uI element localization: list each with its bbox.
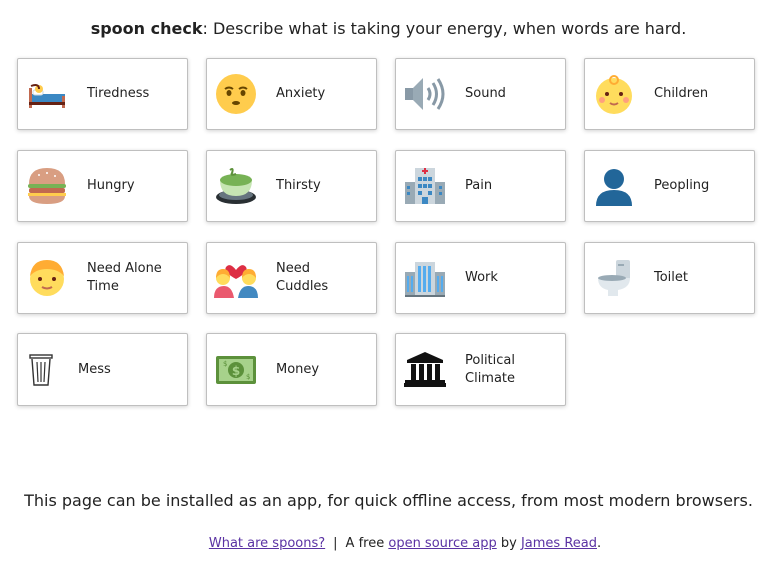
classical-building-icon: [403, 348, 447, 392]
card-label: Political Climate: [465, 352, 516, 386]
card-money[interactable]: $ $ $ Money: [206, 333, 377, 406]
footer-separator: |: [333, 536, 338, 551]
bed-icon: [25, 72, 69, 116]
card-label: Need Cuddles: [276, 261, 329, 294]
what-are-spoons-link[interactable]: What are spoons?: [209, 536, 325, 551]
card-peopling[interactable]: Peopling: [584, 150, 755, 222]
card-tiredness[interactable]: Tiredness: [17, 58, 188, 130]
card-label: Need Alone Time: [87, 261, 162, 294]
card-label: Sound: [465, 86, 506, 101]
open-source-link[interactable]: open source app: [388, 536, 496, 551]
anxious-face-icon: [214, 72, 258, 116]
card-label: Hungry: [87, 178, 135, 193]
card-label: Tiredness: [87, 86, 150, 101]
brand-name: spoon check: [90, 19, 203, 38]
footer: What are spoons? | A free open source app …: [0, 536, 777, 551]
baby-face-icon: [592, 72, 636, 116]
footer-by-text: by: [500, 536, 517, 551]
card-label: Work: [465, 270, 498, 285]
dollar-banknote-icon: $ $ $: [214, 348, 258, 392]
card-mess[interactable]: Mess: [17, 333, 188, 406]
install-note: This page can be installed as an app, fo…: [24, 491, 753, 510]
card-label: Mess: [78, 361, 111, 377]
author-link[interactable]: James Read: [521, 536, 597, 551]
svg-text:$: $: [223, 360, 227, 368]
svg-text:$: $: [246, 373, 250, 381]
card-pain[interactable]: Pain: [395, 150, 566, 222]
card-label: Thirsty: [276, 178, 321, 193]
page-header: spoon check: Describe what is taking you…: [0, 19, 777, 38]
hospital-icon: [403, 164, 447, 208]
burger-icon: [25, 164, 69, 208]
card-toilet[interactable]: Toilet: [584, 242, 755, 314]
header-prompt: : Describe what is taking your energy, w…: [202, 19, 687, 38]
svg-text:$: $: [232, 364, 240, 378]
card-label: Pain: [465, 178, 493, 193]
card-hungry[interactable]: Hungry: [17, 150, 188, 222]
card-label: Money: [276, 361, 320, 377]
footer-end: .: [597, 536, 602, 551]
card-label: Children: [654, 86, 709, 101]
card-political-climate[interactable]: Political Climate: [395, 333, 566, 406]
card-work[interactable]: Work: [395, 242, 566, 314]
card-thirsty[interactable]: Thirsty: [206, 150, 377, 222]
card-sound[interactable]: Sound: [395, 58, 566, 130]
toilet-icon: [592, 256, 636, 300]
card-label: Peopling: [654, 178, 710, 193]
office-building-icon: [403, 256, 447, 300]
card-children[interactable]: Children: [584, 58, 755, 130]
footer-free-text: A free: [345, 536, 385, 551]
speaker-icon: [403, 72, 447, 116]
boy-face-icon: [25, 256, 69, 300]
card-need-alone-time[interactable]: Need Alone Time: [17, 242, 188, 314]
card-label: Toilet: [654, 270, 689, 285]
card-label: Anxiety: [276, 86, 326, 101]
tea-cup-icon: [214, 164, 258, 208]
couple-heart-icon: [214, 256, 258, 300]
card-need-cuddles[interactable]: Need Cuddles: [206, 242, 377, 314]
wastebasket-icon: [26, 348, 56, 392]
card-anxiety[interactable]: Anxiety: [206, 58, 377, 130]
person-silhouette-icon: [592, 164, 636, 208]
